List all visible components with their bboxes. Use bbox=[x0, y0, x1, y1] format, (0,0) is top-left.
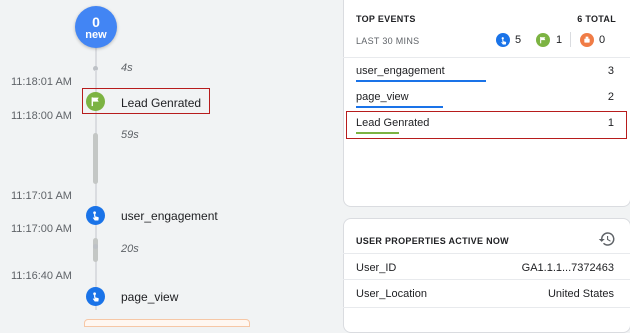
new-events-label: new bbox=[85, 29, 107, 41]
divider bbox=[343, 253, 630, 254]
top-events-total: 6 TOTAL bbox=[577, 14, 616, 24]
timestamp: 11:18:00 AM bbox=[11, 110, 72, 122]
divider bbox=[343, 279, 630, 280]
divider bbox=[570, 32, 571, 47]
touch-icon[interactable] bbox=[86, 287, 105, 306]
conversion-event-count: 1 bbox=[556, 34, 563, 46]
event-timeline: 0 new 11:18:01 AM 11:18:00 AM 11:17:01 A… bbox=[0, 0, 312, 327]
top-events-card bbox=[343, 0, 630, 207]
timestamp: 11:17:01 AM bbox=[11, 190, 72, 202]
alert-icon bbox=[580, 33, 594, 47]
event-page-view[interactable]: page_view bbox=[121, 290, 178, 304]
user-property-value: GA1.1.1...7372463 bbox=[521, 262, 614, 274]
timeline-gap-segment bbox=[93, 238, 98, 262]
error-event-count: 0 bbox=[599, 34, 606, 46]
time-gap-label: 4s bbox=[121, 62, 133, 74]
timestamp: 11:17:00 AM bbox=[11, 223, 72, 235]
top-event-count: 1 bbox=[607, 117, 614, 129]
top-event-bar bbox=[356, 106, 443, 108]
touch-icon[interactable] bbox=[86, 206, 105, 225]
top-event-name[interactable]: Lead Genrated bbox=[356, 117, 429, 129]
divider bbox=[343, 57, 630, 58]
flag-icon[interactable] bbox=[86, 92, 105, 111]
next-event-card[interactable] bbox=[84, 319, 250, 327]
history-icon[interactable] bbox=[598, 230, 616, 248]
timeline-dot bbox=[93, 244, 98, 249]
top-event-count: 3 bbox=[607, 65, 614, 77]
touch-icon bbox=[496, 33, 510, 47]
timeline-gap-segment bbox=[93, 133, 98, 184]
top-events-subtitle: LAST 30 MINS bbox=[356, 36, 420, 46]
top-event-bar bbox=[356, 80, 486, 82]
top-events-title: TOP EVENTS bbox=[356, 14, 416, 24]
top-event-name[interactable]: user_engagement bbox=[356, 65, 445, 77]
new-events-count: 0 bbox=[92, 14, 100, 30]
user-property-name: User_Location bbox=[356, 288, 427, 300]
divider bbox=[343, 307, 630, 308]
new-events-badge[interactable]: 0 new bbox=[75, 6, 117, 48]
timestamp: 11:16:40 AM bbox=[11, 270, 72, 282]
time-gap-label: 20s bbox=[121, 243, 139, 255]
user-properties-title: USER PROPERTIES ACTIVE NOW bbox=[356, 236, 509, 246]
user-property-value: United States bbox=[547, 288, 614, 300]
top-event-count: 2 bbox=[607, 91, 614, 103]
timestamp: 11:18:01 AM bbox=[11, 76, 72, 88]
event-user-engagement[interactable]: user_engagement bbox=[121, 209, 218, 223]
flag-icon bbox=[536, 33, 550, 47]
event-lead-genrated[interactable]: Lead Genrated bbox=[121, 96, 201, 110]
time-gap-label: 59s bbox=[121, 129, 139, 141]
top-event-bar bbox=[356, 132, 399, 134]
touch-event-count: 5 bbox=[515, 34, 522, 46]
user-property-name: User_ID bbox=[356, 262, 397, 274]
top-event-name[interactable]: page_view bbox=[356, 91, 409, 103]
